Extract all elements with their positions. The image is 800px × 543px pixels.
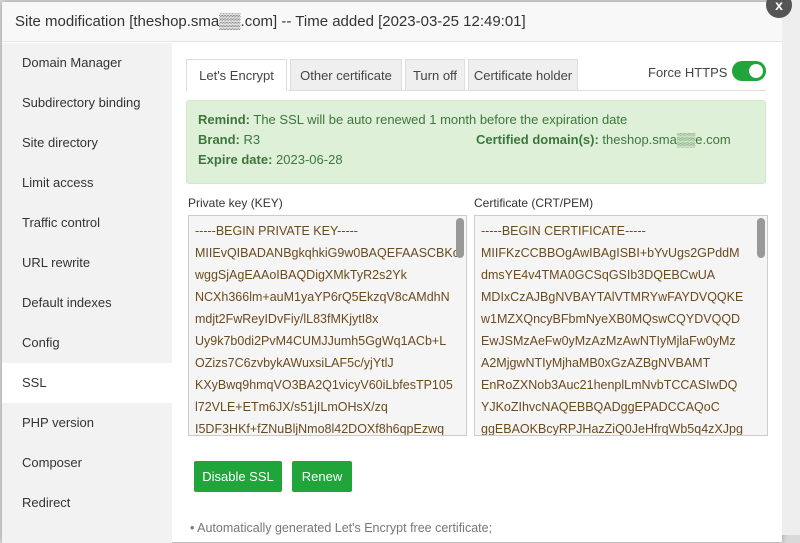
cert-line: -----BEGIN CERTIFICATE----- [481,224,646,238]
certificate-label: Certificate (CRT/PEM) [474,196,594,210]
scrollbar[interactable] [456,218,464,258]
remind-label: Remind: [198,112,250,127]
expire-value: 2023-06-28 [276,152,343,167]
tab-lets-encrypt[interactable]: Let's Encrypt [186,59,287,91]
cert-line: ggEBAOKBcyRPJHazZiQ0JeHfrqWb5q4zXJpg [481,422,743,436]
key-line: KXyBwq9hmqVO3BA2Q1vicyV60iLbfesTP105 [195,378,453,392]
domains-value: theshop.sma▒▒e.com [602,132,731,147]
force-https-toggle[interactable] [732,61,766,81]
tab-certificate-holder[interactable]: Certificate holder [468,59,578,91]
renew-button[interactable]: Renew [292,461,352,492]
sidebar-item-traffic-control[interactable]: Traffic control [2,203,172,243]
sidebar-item-redirect[interactable]: Redirect [2,483,172,523]
site-modification-dialog: Site modification [theshop.sma▒▒.com] --… [2,2,782,543]
cert-line: w1MZXQncyBFbmNyeXB0MQswCQYDVQQD [481,312,741,326]
sidebar-item-ssl[interactable]: SSL [2,363,172,403]
key-line: I5DF3HKf+fZNuBljNmo8l42DOXf8h6qpEzwq [195,422,445,436]
expire-label: Expire date: [198,152,273,167]
sidebar-item-domain-manager[interactable]: Domain Manager [2,43,172,83]
toggle-knob [749,64,763,78]
cert-line: EnRoZXNob3Auc21henplLmNvbTCCASIwDQ [481,378,738,392]
sidebar: Domain Manager Subdirectory binding Site… [2,43,172,543]
dialog-title: Site modification [theshop.sma▒▒.com] --… [2,2,782,42]
key-line: wggSjAgEAAoIBAQDigXMkTyR2s2Yk [195,268,407,282]
sidebar-item-composer[interactable]: Composer [2,443,172,483]
brand-value: R3 [243,132,261,147]
key-line: -----BEGIN PRIVATE KEY----- [195,224,358,238]
cert-line: A2MjgwNTIyMjhaMB0xGzAZBgNVBAMT [481,356,711,370]
key-line: l72VLE+ETm6JX/s51jILmOHsX/zq [195,400,388,414]
page-scrollbar[interactable] [782,0,800,535]
sidebar-item-config[interactable]: Config [2,323,172,363]
key-line: Uy9k7b0di2PvM4CUMJJumh5GgWq1ACb+L [195,334,447,348]
force-https-label: Force HTTPS [648,65,728,80]
tab-other-certificate[interactable]: Other certificate [290,59,402,91]
cert-line: EwJSMzAeFw0yMzAzMzAwNTIyMjlaFw0yMz [481,334,736,348]
cert-line: MIIFKzCCBBOgAwIBAgISBI+bYvUgs2GPddM [481,246,740,260]
ssl-panel: Let's Encrypt Other certificate Turn off… [186,43,782,542]
key-line: OZizs7C6zvbykAWuxsiLAF5c/yjYtlJ [195,356,394,370]
cert-line: dmsYE4v4TMA0GCSqGSIb3DQEBCwUA [481,268,716,282]
key-line: MIIEvQIBADANBgkqhkiG9w0BAQEFAASCBKc [195,246,459,260]
ssl-info-box: Remind: The SSL will be auto renewed 1 m… [186,100,766,184]
key-line: mdjt2FwReyIDvFiy/lL83fMKjytI8x [195,312,379,326]
sidebar-item-site-directory[interactable]: Site directory [2,123,172,163]
key-line: NCXh366lm+auM1yaYP6rQ5EkzqV8cAMdhN [195,290,450,304]
private-key-label: Private key (KEY) [188,196,283,210]
domains-label: Certified domain(s): [476,132,599,147]
tab-turn-off[interactable]: Turn off [405,59,465,91]
scrollbar[interactable] [757,218,765,258]
disable-ssl-button[interactable]: Disable SSL [194,461,282,492]
cert-line: YJKoZIhvcNAQEBBQADggEPADCCAQoC [481,400,720,414]
sidebar-item-php-version[interactable]: PHP version [2,403,172,443]
remind-text: The SSL will be auto renewed 1 month bef… [253,112,628,127]
sidebar-item-url-rewrite[interactable]: URL rewrite [2,243,172,283]
note-text: • Automatically generated Let's Encrypt … [190,521,493,535]
sidebar-item-subdirectory-binding[interactable]: Subdirectory binding [2,83,172,123]
sidebar-item-default-indexes[interactable]: Default indexes [2,283,172,323]
brand-label: Brand: [198,132,240,147]
certificate-textarea[interactable]: -----BEGIN CERTIFICATE----- MIIFKzCCBBOg… [474,215,768,436]
sidebar-item-limit-access[interactable]: Limit access [2,163,172,203]
cert-line: MDIxCzAJBgNVBAYTAlVTMRYwFAYDVQQKE [481,290,744,304]
private-key-textarea[interactable]: -----BEGIN PRIVATE KEY----- MIIEvQIBADAN… [188,215,467,436]
